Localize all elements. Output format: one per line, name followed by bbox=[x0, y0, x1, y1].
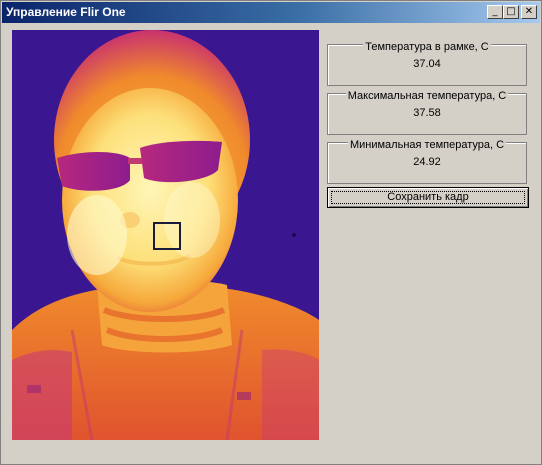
maximize-icon: □ bbox=[506, 6, 516, 17]
max-temperature-value: 37.58 bbox=[413, 107, 441, 119]
min-temperature-label: Минимальная температура, С bbox=[347, 139, 507, 151]
max-temperature-label: Максимальная температура, С bbox=[345, 90, 509, 102]
close-button[interactable]: ✕ bbox=[521, 5, 537, 19]
max-temperature-group: Максимальная температура, С 37.58 bbox=[327, 90, 527, 135]
save-frame-button[interactable]: Сохранить кадр bbox=[327, 187, 529, 208]
frame-temperature-label: Температура в рамке, С bbox=[363, 41, 491, 53]
thermal-image bbox=[12, 30, 319, 440]
minimize-icon: _ bbox=[492, 6, 498, 17]
frame-temperature-group: Температура в рамке, С 37.04 bbox=[327, 41, 527, 86]
window-title: Управление Flir One bbox=[6, 5, 126, 19]
maximize-button[interactable]: □ bbox=[503, 5, 519, 19]
close-icon: ✕ bbox=[524, 6, 534, 17]
min-temperature-value: 24.92 bbox=[413, 156, 441, 168]
frame-temperature-value: 37.04 bbox=[413, 58, 441, 70]
title-bar[interactable]: Управление Flir One _ □ ✕ bbox=[2, 2, 540, 23]
app-window: Управление Flir One _ □ ✕ Температура в … bbox=[0, 0, 542, 465]
min-temperature-group: Минимальная температура, С 24.92 bbox=[327, 139, 527, 184]
save-frame-label: Сохранить кадр bbox=[387, 191, 469, 203]
thermal-image-view[interactable] bbox=[12, 30, 319, 440]
minimize-button[interactable]: _ bbox=[487, 5, 503, 19]
